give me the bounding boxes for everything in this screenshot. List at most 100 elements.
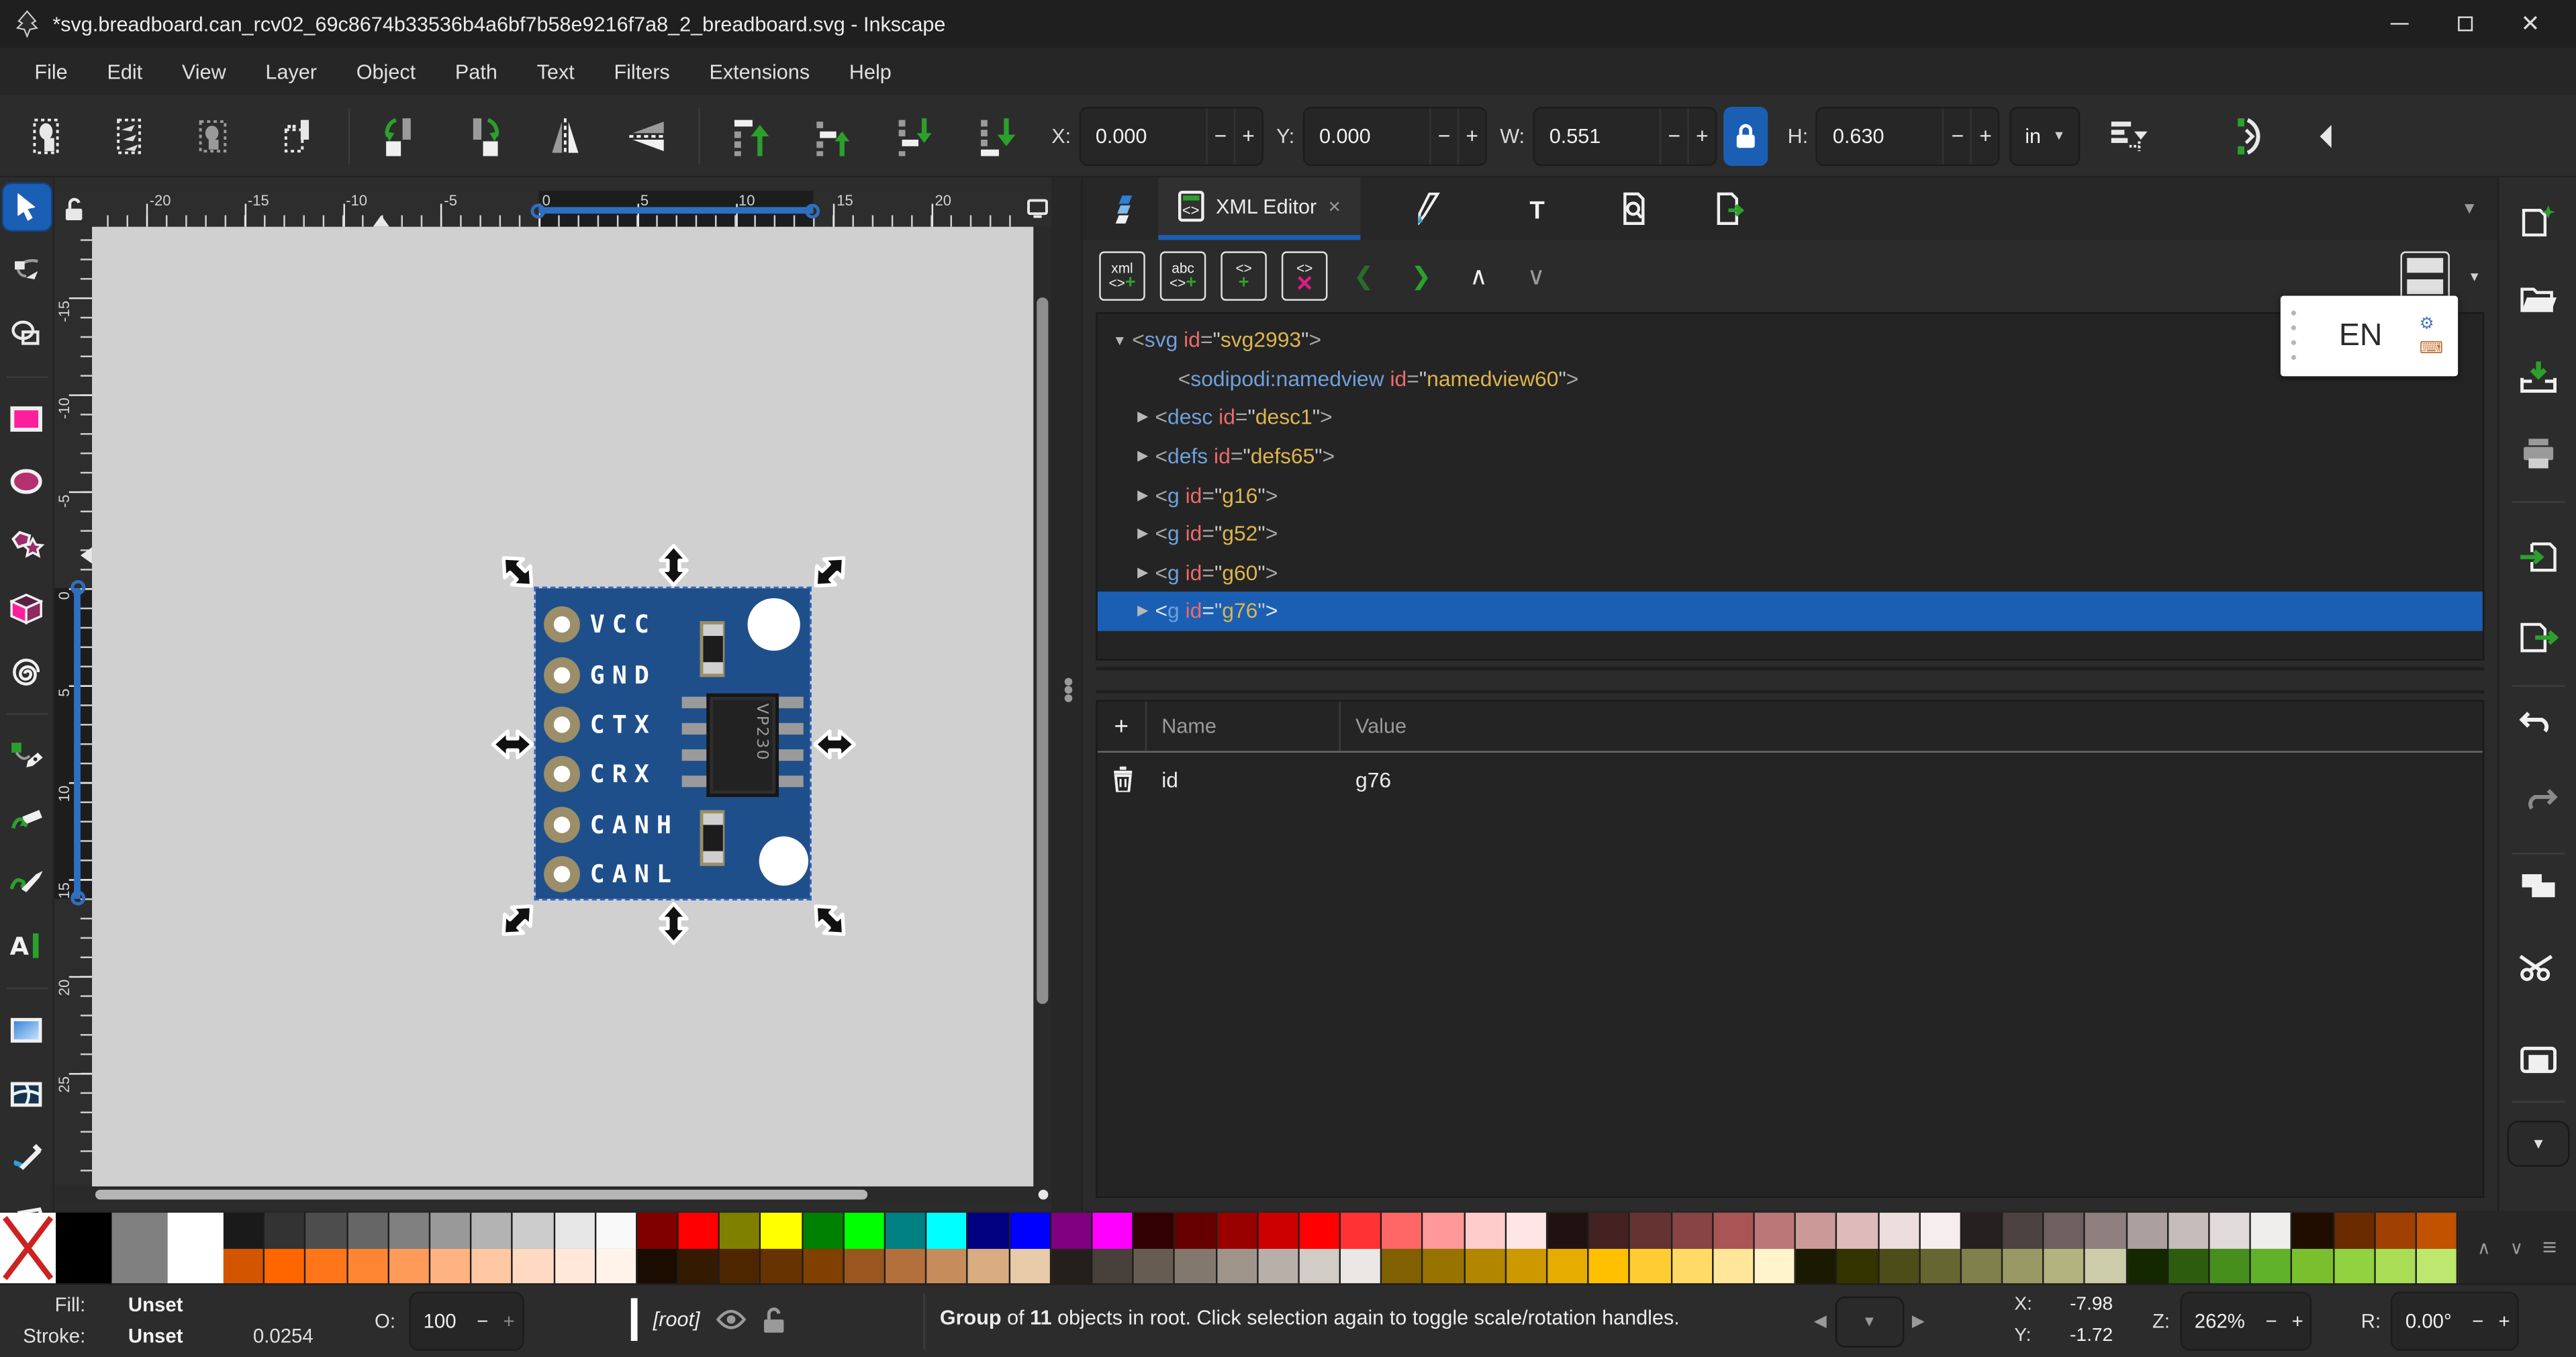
color-swatch[interactable] [1506,1213,1548,1248]
scrollbar-thumb[interactable] [1037,297,1049,1004]
minimize-button[interactable] [2366,0,2432,48]
palette-scroll-down-button[interactable]: ∨ [2510,1237,2523,1258]
new-element-node-button[interactable]: xml <>+ [1099,251,1145,301]
zoom-plus-button[interactable]: + [2285,1309,2311,1332]
color-swatch[interactable] [968,1248,1010,1284]
xml-tree-row[interactable]: ▶ < desc id = " desc1 " > [1098,398,2483,437]
raise-to-top-button[interactable] [726,111,775,160]
x-minus-button[interactable]: − [1205,107,1234,164]
color-swatch[interactable] [1672,1248,1713,1284]
export-button[interactable] [2519,618,2559,657]
color-swatch[interactable] [1630,1213,1672,1248]
expander-icon[interactable]: ▶ [1131,486,1155,504]
save-document-button[interactable] [2519,357,2559,396]
tab-xml-editor[interactable]: <> XML Editor × [1158,177,1361,240]
color-swatch[interactable] [2416,1248,2459,1284]
expander-icon[interactable]: ▶ [1131,408,1155,426]
h-field[interactable]: 0.630 − + [1816,105,2001,165]
color-swatch[interactable] [720,1248,762,1284]
w-field[interactable]: 0.551 − + [1533,105,1717,165]
duplicate-node-button[interactable]: <> + [1221,251,1267,301]
color-swatch[interactable] [1588,1213,1631,1248]
lower-button[interactable] [890,111,939,160]
w-plus-button[interactable]: + [1687,107,1715,164]
selector-tool[interactable] [2,184,50,230]
move-node-up-button[interactable]: ∧ [1458,251,1500,300]
rotation-plus-button[interactable]: + [2491,1309,2517,1332]
rectangle-tool[interactable] [3,395,50,442]
color-swatch[interactable] [1878,1213,1921,1248]
color-swatch[interactable] [802,1213,845,1248]
scale-handle-w[interactable] [491,723,534,766]
color-swatch[interactable] [595,1248,638,1284]
unindent-node-button[interactable]: ❮ [1342,251,1385,300]
color-swatch[interactable] [2085,1248,2128,1284]
scale-handle-n[interactable] [653,544,696,587]
redo-button[interactable] [2519,779,2559,818]
delete-attribute-button[interactable] [1098,765,1147,792]
copy-button[interactable] [2519,866,2559,906]
prev-status-button[interactable]: ◀ [1814,1312,1827,1330]
color-swatch[interactable] [761,1248,803,1284]
attribute-name[interactable]: id [1147,767,1341,792]
flip-vertical-button[interactable] [623,111,672,160]
color-swatch[interactable] [1133,1213,1176,1248]
color-swatch[interactable] [1382,1248,1424,1284]
display-settings-button[interactable] [1022,190,1052,227]
box-3d-tool[interactable] [3,585,50,631]
star-tool[interactable] [3,522,50,568]
color-swatch[interactable] [265,1248,307,1284]
color-swatch[interactable] [1010,1248,1051,1284]
menu-item[interactable]: File [16,54,85,90]
xml-tree-row[interactable]: ▼ < svg id = " svg2993 " > [1098,320,2483,359]
horizontal-ruler[interactable]: -20 -15 -10 -5 0 5 10 15 20 [92,190,1022,227]
color-swatch[interactable] [1713,1248,1755,1284]
color-swatch[interactable] [1051,1248,1093,1284]
color-swatch[interactable] [2375,1248,2417,1284]
color-swatch[interactable] [1465,1213,1507,1248]
raise-button[interactable] [808,111,857,160]
color-swatch[interactable] [802,1248,845,1284]
snap-controls-button[interactable] [2225,111,2274,160]
color-swatch[interactable] [223,1213,265,1248]
scale-handle-sw[interactable] [487,890,548,950]
color-swatch[interactable] [720,1213,762,1248]
unit-select[interactable]: in ▼ [2010,105,2081,165]
palette-menu-button[interactable]: ≡ [2542,1234,2557,1262]
color-swatch[interactable] [389,1213,431,1248]
x-field[interactable]: 0.000 − + [1079,105,1263,165]
scale-options-button[interactable] [2103,111,2152,160]
move-node-down-button[interactable]: ∨ [1515,251,1558,300]
color-swatch[interactable] [2168,1213,2210,1248]
menu-item[interactable]: Path [437,54,516,90]
color-swatch[interactable] [1547,1248,1589,1284]
color-swatch[interactable] [111,1213,168,1284]
breadboard-component[interactable]: VCC GND CTX CRX CANH CANL VP230 [534,586,812,901]
color-swatch[interactable] [223,1248,265,1284]
opacity-minus-button[interactable]: − [469,1309,495,1332]
rotate-ccw-button[interactable] [376,111,425,160]
color-swatch[interactable] [2334,1213,2376,1248]
color-swatch[interactable] [1092,1213,1134,1248]
color-swatch[interactable] [2209,1248,2252,1284]
current-layer[interactable]: [root] [653,1308,700,1331]
ellipse-tool[interactable] [3,459,50,505]
color-swatch[interactable] [637,1213,679,1248]
next-status-button[interactable]: ▶ [1912,1312,1925,1330]
color-swatch[interactable] [347,1213,389,1248]
color-swatch[interactable] [1796,1248,1838,1284]
delete-node-button[interactable]: <> ✕ [1281,251,1328,301]
xml-tree-row[interactable]: ▶ < g id = " g52 " > [1098,514,2483,553]
shape-builder-tool[interactable] [3,311,50,357]
color-swatch[interactable] [430,1248,472,1284]
vertical-scrollbar[interactable] [1033,226,1052,1186]
new-text-node-button[interactable]: abc <>+ [1159,251,1206,301]
color-swatch[interactable] [347,1248,389,1284]
color-swatch[interactable] [2292,1248,2334,1284]
color-swatch[interactable] [513,1213,555,1248]
color-swatch[interactable] [1341,1248,1382,1284]
y-field[interactable]: 0.000 − + [1302,105,1487,165]
color-swatch[interactable] [2334,1248,2376,1284]
color-swatch[interactable] [1341,1213,1382,1248]
color-swatch[interactable] [2085,1213,2128,1248]
